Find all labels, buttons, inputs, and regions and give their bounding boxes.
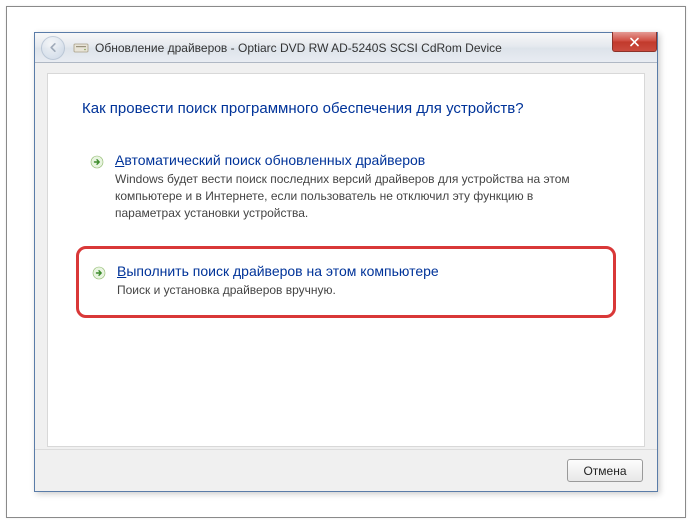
back-arrow-icon — [48, 42, 59, 53]
content-pane: Как провести поиск программного обеспече… — [47, 73, 645, 447]
driver-update-wizard-window: Обновление драйверов - Optiarc DVD RW AD… — [34, 32, 658, 492]
titlebar: Обновление драйверов - Optiarc DVD RW AD… — [35, 33, 657, 63]
option-auto-title: Автоматический поиск обновленных драйвер… — [115, 152, 599, 168]
arrow-right-icon — [91, 265, 107, 281]
option-auto-body: Автоматический поиск обновленных драйвер… — [115, 152, 599, 221]
close-icon — [629, 37, 640, 47]
option-manual-body: Выполнить поиск драйверов на этом компью… — [117, 263, 597, 299]
page-heading: Как провести поиск программного обеспече… — [48, 74, 644, 139]
cancel-button[interactable]: Отмена — [567, 459, 643, 482]
option-manual-title: Выполнить поиск драйверов на этом компью… — [117, 263, 597, 279]
option-manual-description: Поиск и установка драйверов вручную. — [117, 282, 597, 299]
device-icon — [73, 40, 89, 56]
arrow-right-icon — [89, 154, 105, 170]
close-button[interactable] — [612, 32, 657, 52]
back-button[interactable] — [41, 36, 65, 60]
footer-bar: Отмена — [35, 449, 657, 491]
option-auto-search[interactable]: Автоматический поиск обновленных драйвер… — [76, 139, 616, 236]
window-title: Обновление драйверов - Optiarc DVD RW AD… — [95, 41, 502, 55]
option-manual-search[interactable]: Выполнить поиск драйверов на этом компью… — [76, 246, 616, 318]
option-auto-description: Windows будет вести поиск последних верс… — [115, 171, 599, 221]
